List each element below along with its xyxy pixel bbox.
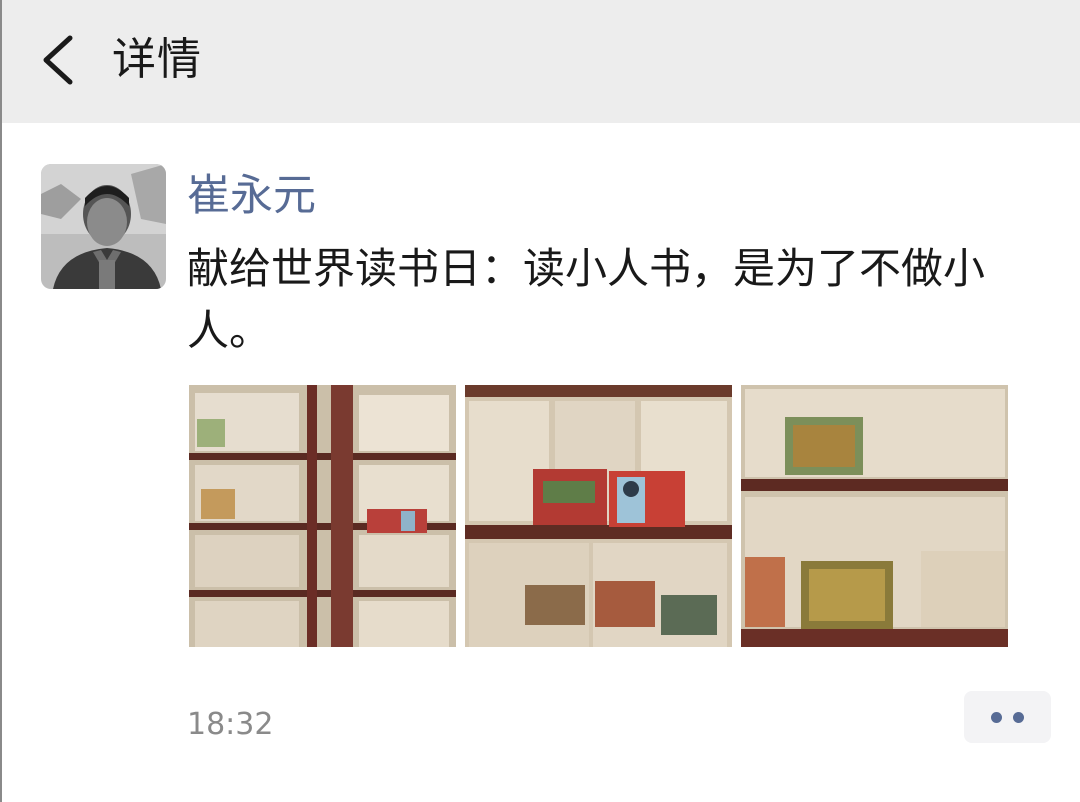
photo-thumbnail[interactable]	[189, 385, 456, 647]
avatar[interactable]	[41, 164, 166, 289]
page-title: 详情	[112, 34, 202, 85]
avatar-photo	[41, 164, 166, 289]
moments-detail-page: 详情 崔永元 献给世界读书日：读小人书，是为了不做小人。 18:32	[0, 0, 1080, 802]
top-bar: 详情	[2, 0, 1080, 123]
author-name[interactable]: 崔永元	[187, 168, 316, 224]
post-text: 献给世界读书日：读小人书，是为了不做小人。	[187, 244, 986, 355]
dot-icon	[991, 712, 1002, 723]
photo-thumbnail[interactable]	[741, 385, 1008, 647]
photo-grid	[189, 385, 1009, 647]
bookshelf-image	[741, 385, 1008, 647]
photo-thumbnail[interactable]	[465, 385, 732, 647]
bookshelf-image	[465, 385, 732, 647]
post-timestamp: 18:32	[187, 707, 274, 742]
chevron-left-icon	[43, 35, 73, 85]
more-actions-button[interactable]	[964, 691, 1051, 743]
dot-icon	[1013, 712, 1024, 723]
bookshelf-image	[189, 385, 456, 647]
back-button[interactable]	[32, 28, 92, 92]
